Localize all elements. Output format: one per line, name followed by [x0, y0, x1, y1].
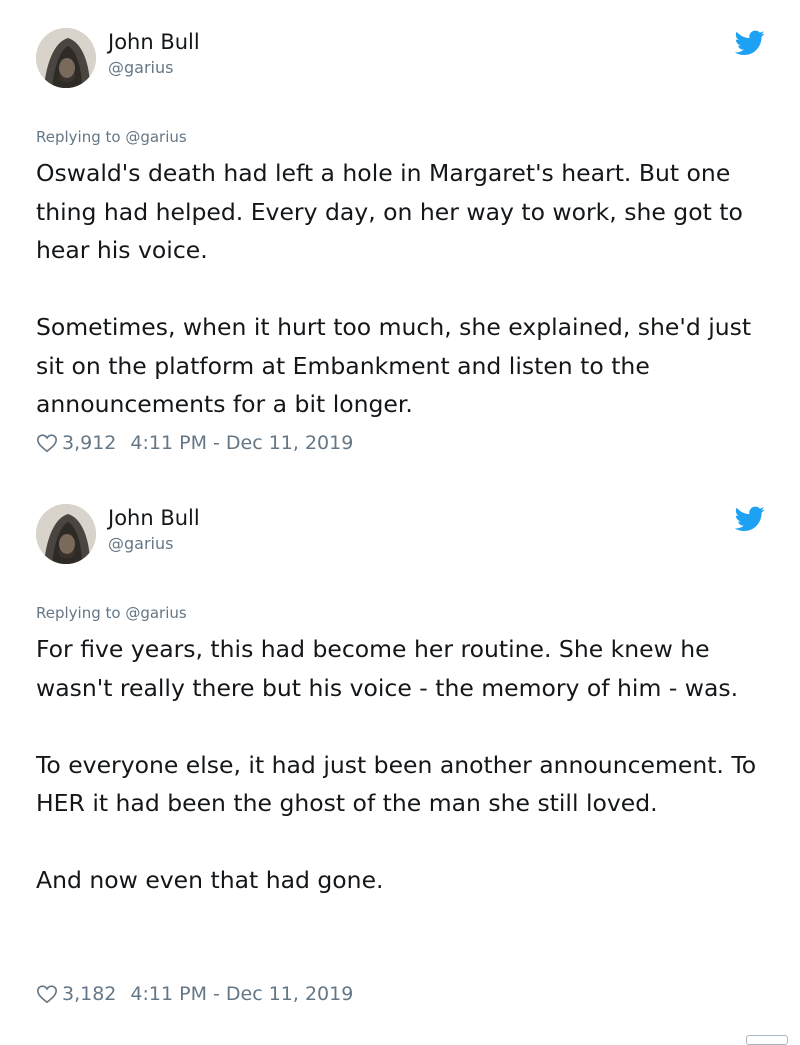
- like-count: 3,182: [62, 983, 117, 1005]
- scroll-indicator: [746, 1035, 788, 1045]
- tweet-paragraph: To everyone else, it had just been anoth…: [36, 750, 757, 818]
- tweet-meta: 3,182 4:11 PM - Dec 11, 2019: [36, 982, 353, 1006]
- replying-to-label[interactable]: Replying to @garius: [36, 603, 187, 623]
- timestamp[interactable]: 4:11 PM - Dec 11, 2019: [130, 982, 353, 1006]
- avatar[interactable]: [36, 28, 96, 88]
- author-name[interactable]: John Bull: [108, 28, 200, 56]
- heart-outline-icon[interactable]: [36, 432, 58, 454]
- tweet-text: Oswald's death had left a hole in Margar…: [36, 154, 766, 424]
- tweet-text: For five years, this had become her rout…: [36, 630, 766, 900]
- replying-to-label[interactable]: Replying to @garius: [36, 127, 187, 147]
- avatar[interactable]: [36, 504, 96, 564]
- like-count: 3,912: [62, 432, 117, 454]
- tweet-paragraph: Oswald's death had left a hole in Margar…: [36, 159, 743, 264]
- tweet-paragraph: And now even that had gone.: [36, 866, 384, 894]
- tweet-paragraph: For five years, this had become her rout…: [36, 635, 739, 702]
- author-handle[interactable]: @garius: [108, 534, 173, 554]
- twitter-bird-icon[interactable]: [734, 506, 765, 532]
- hooded-figure-avatar-icon: [36, 28, 96, 88]
- timestamp[interactable]: 4:11 PM - Dec 11, 2019: [130, 431, 353, 455]
- hooded-figure-avatar-icon: [36, 504, 96, 564]
- author-handle[interactable]: @garius: [108, 58, 173, 78]
- tweet-meta: 3,912 4:11 PM - Dec 11, 2019: [36, 431, 353, 455]
- heart-outline-icon[interactable]: [36, 983, 58, 1005]
- twitter-bird-icon[interactable]: [734, 30, 765, 56]
- tweet-paragraph: Sometimes, when it hurt too much, she ex…: [36, 313, 752, 418]
- author-name[interactable]: John Bull: [108, 504, 200, 532]
